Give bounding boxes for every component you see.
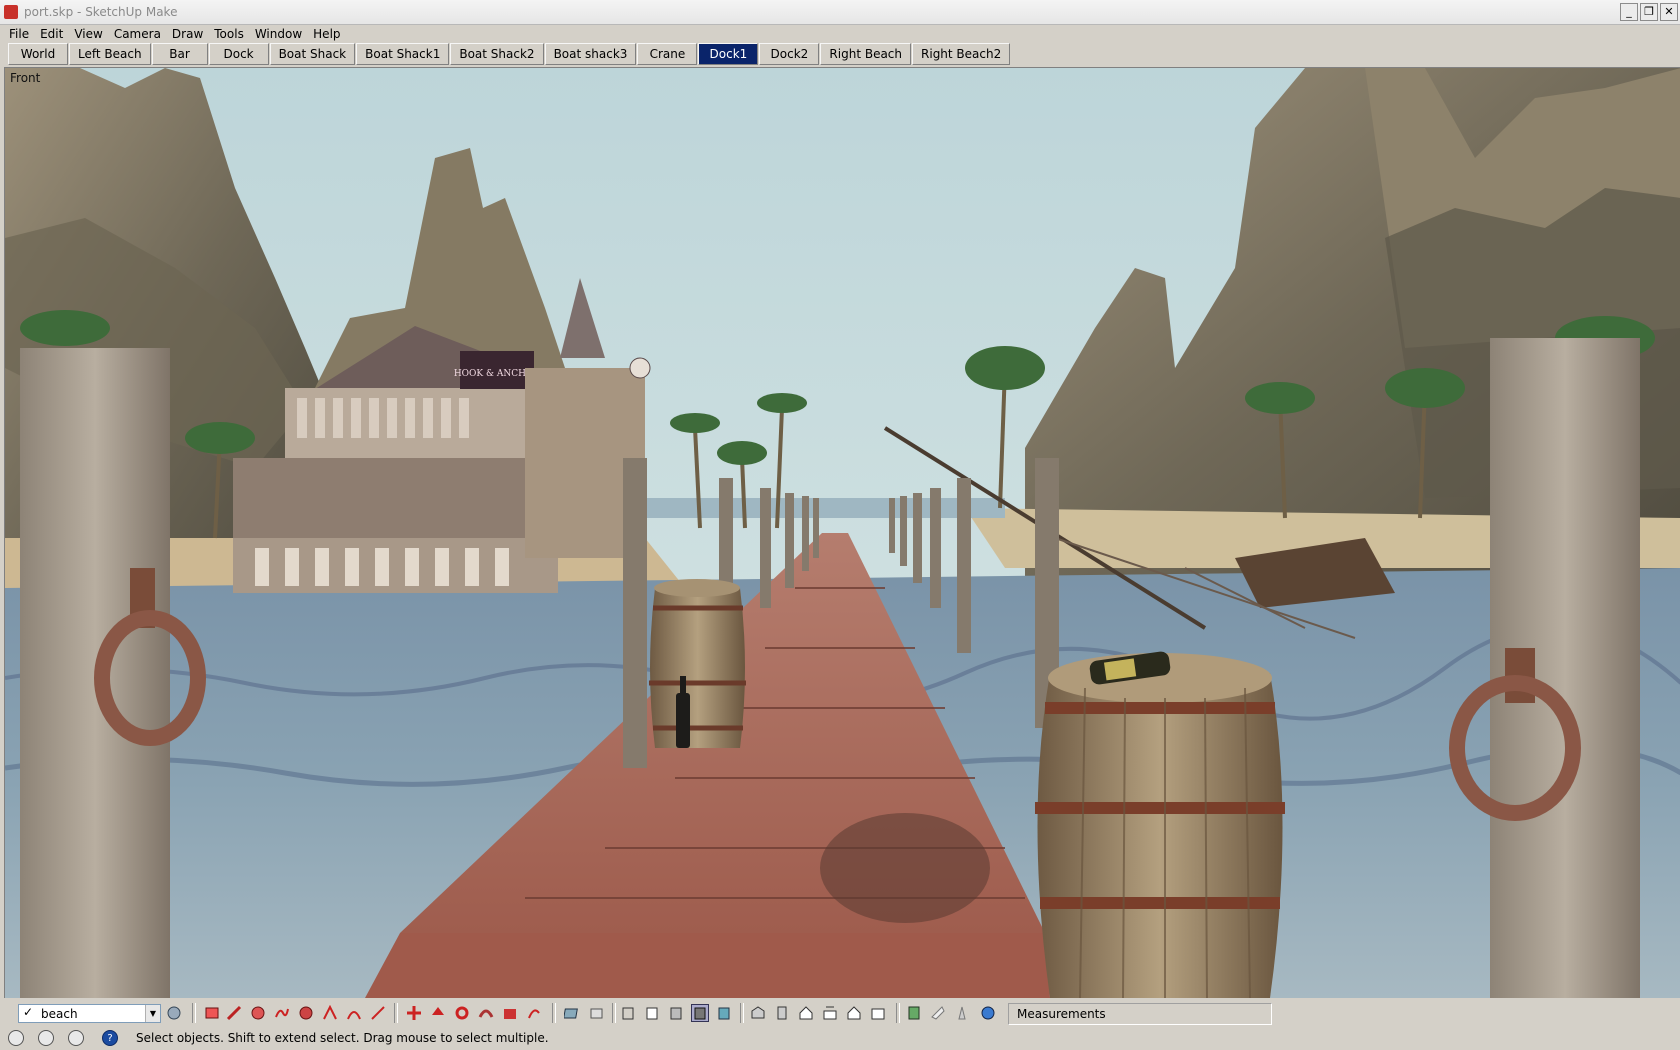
scene-tab-boat-shack2[interactable]: Boat Shack2: [450, 43, 544, 65]
scene-tab-dock[interactable]: Dock: [208, 43, 269, 65]
freehand-icon[interactable]: [274, 1005, 290, 1021]
style-back-edges-icon[interactable]: [564, 1005, 580, 1021]
pencil-icon[interactable]: [226, 1005, 242, 1021]
bottom-toolbar: ✓ beach ▼ Measurements: [0, 1000, 1680, 1026]
close-button[interactable]: ✕: [1660, 3, 1678, 21]
credits-status-icon[interactable]: [38, 1030, 54, 1046]
section-icon[interactable]: [930, 1005, 946, 1021]
menu-bar: File Edit View Camera Draw Tools Window …: [0, 24, 1680, 43]
minimize-button[interactable]: _: [1620, 3, 1638, 21]
chevron-down-icon[interactable]: ▼: [145, 1005, 160, 1022]
view-name-label: Front: [10, 71, 41, 85]
sketchup-app-icon: [4, 5, 18, 19]
menu-view[interactable]: View: [69, 24, 108, 43]
scene-tab-right-beach[interactable]: Right Beach: [820, 43, 912, 65]
style-hidden-line-icon[interactable]: [620, 1005, 636, 1021]
scene-tab-dock2[interactable]: Dock2: [759, 43, 820, 65]
view-right-icon[interactable]: [798, 1005, 814, 1021]
scene-tab-boat-shack3[interactable]: Boat shack3: [544, 43, 637, 65]
style-wireframe-icon[interactable]: [588, 1005, 604, 1021]
status-message: Select objects. Shift to extend select. …: [136, 1031, 549, 1045]
scene-tab-left-beach[interactable]: Left Beach: [69, 43, 151, 65]
layer-name: beach: [41, 1007, 78, 1021]
toolbar-separator: [192, 1003, 196, 1023]
materials-icon[interactable]: [906, 1005, 922, 1021]
help-icon[interactable]: ?: [102, 1030, 118, 1046]
style-xray-icon[interactable]: [526, 1005, 542, 1021]
toolbar-separator: [552, 1003, 556, 1023]
rotate-icon[interactable]: [430, 1005, 446, 1021]
layer-manager-icon[interactable]: [166, 1005, 182, 1021]
menu-edit[interactable]: Edit: [35, 24, 69, 43]
scene-tab-dock1[interactable]: Dock1: [698, 43, 759, 65]
circle-icon[interactable]: [250, 1005, 266, 1021]
style-textured-icon[interactable]: [668, 1005, 684, 1021]
menu-tools[interactable]: Tools: [209, 24, 250, 43]
layer-selector[interactable]: ✓ beach ▼: [18, 1004, 161, 1023]
toolbar-separator: [612, 1003, 616, 1023]
scene-tab-bar: World Left Beach Bar Dock Boat Shack Boa…: [0, 43, 1680, 67]
view-back-icon[interactable]: [822, 1005, 838, 1021]
offset-icon[interactable]: [298, 1005, 314, 1021]
barrel-left: [649, 579, 746, 748]
move-icon[interactable]: [406, 1005, 422, 1021]
scene-tab-boat-shack1[interactable]: Boat Shack1: [356, 43, 450, 65]
geo-location-status-icon[interactable]: [8, 1030, 24, 1046]
toolbar-separator: [896, 1003, 900, 1023]
menu-window[interactable]: Window: [250, 24, 308, 43]
menu-file[interactable]: File: [4, 24, 35, 43]
restore-button[interactable]: ❐: [1640, 3, 1658, 21]
view-top-icon[interactable]: [750, 1005, 766, 1021]
eraser-icon[interactable]: [204, 1005, 220, 1021]
tape-icon[interactable]: [502, 1005, 518, 1021]
geolocation-icon[interactable]: [954, 1005, 970, 1021]
menu-camera[interactable]: Camera: [109, 24, 167, 43]
scene-tab-boat-shack[interactable]: Boat Shack: [269, 43, 356, 65]
measurements-label: Measurements: [1017, 1007, 1106, 1021]
title-bar: port.skp - SketchUp Make _ ❐ ✕: [0, 0, 1680, 25]
scale-icon[interactable]: [478, 1005, 494, 1021]
arc-icon[interactable]: [322, 1005, 338, 1021]
scene-tab-crane[interactable]: Crane: [637, 43, 698, 65]
globe-icon[interactable]: [980, 1005, 996, 1021]
status-bar: ? Select objects. Shift to extend select…: [0, 1026, 1680, 1050]
user-status-icon[interactable]: [68, 1030, 84, 1046]
barrel-right: [1035, 651, 1285, 998]
components-icon[interactable]: [870, 1005, 886, 1021]
paint-icon[interactable]: [370, 1005, 386, 1021]
follow-me-icon[interactable]: [454, 1005, 470, 1021]
scene-tab-bar[interactable]: Bar: [151, 43, 208, 65]
toolbar-separator: [394, 1003, 398, 1023]
scene-tab-world[interactable]: World: [8, 43, 68, 65]
push-pull-icon[interactable]: [346, 1005, 362, 1021]
toolbar-separator: [740, 1003, 744, 1023]
menu-draw[interactable]: Draw: [167, 24, 209, 43]
drawing-viewport[interactable]: HOOK & ANCHOR Front: [4, 67, 1680, 998]
measurements-box[interactable]: Measurements: [1008, 1003, 1272, 1025]
view-front-icon[interactable]: [774, 1005, 790, 1021]
view-left-icon[interactable]: [846, 1005, 862, 1021]
view-iso-icon[interactable]: [716, 1005, 732, 1021]
window-controls: _ ❐ ✕: [1620, 3, 1678, 21]
scene-tab-right-beach2[interactable]: Right Beach2: [912, 43, 1011, 65]
style-shaded-icon[interactable]: [644, 1005, 660, 1021]
menu-help[interactable]: Help: [308, 24, 346, 43]
style-monochrome-icon[interactable]: [691, 1004, 709, 1022]
scene-render: HOOK & ANCHOR: [5, 68, 1680, 998]
window-title: port.skp - SketchUp Make: [24, 5, 178, 19]
layer-visible-check: ✓: [23, 1005, 34, 1019]
